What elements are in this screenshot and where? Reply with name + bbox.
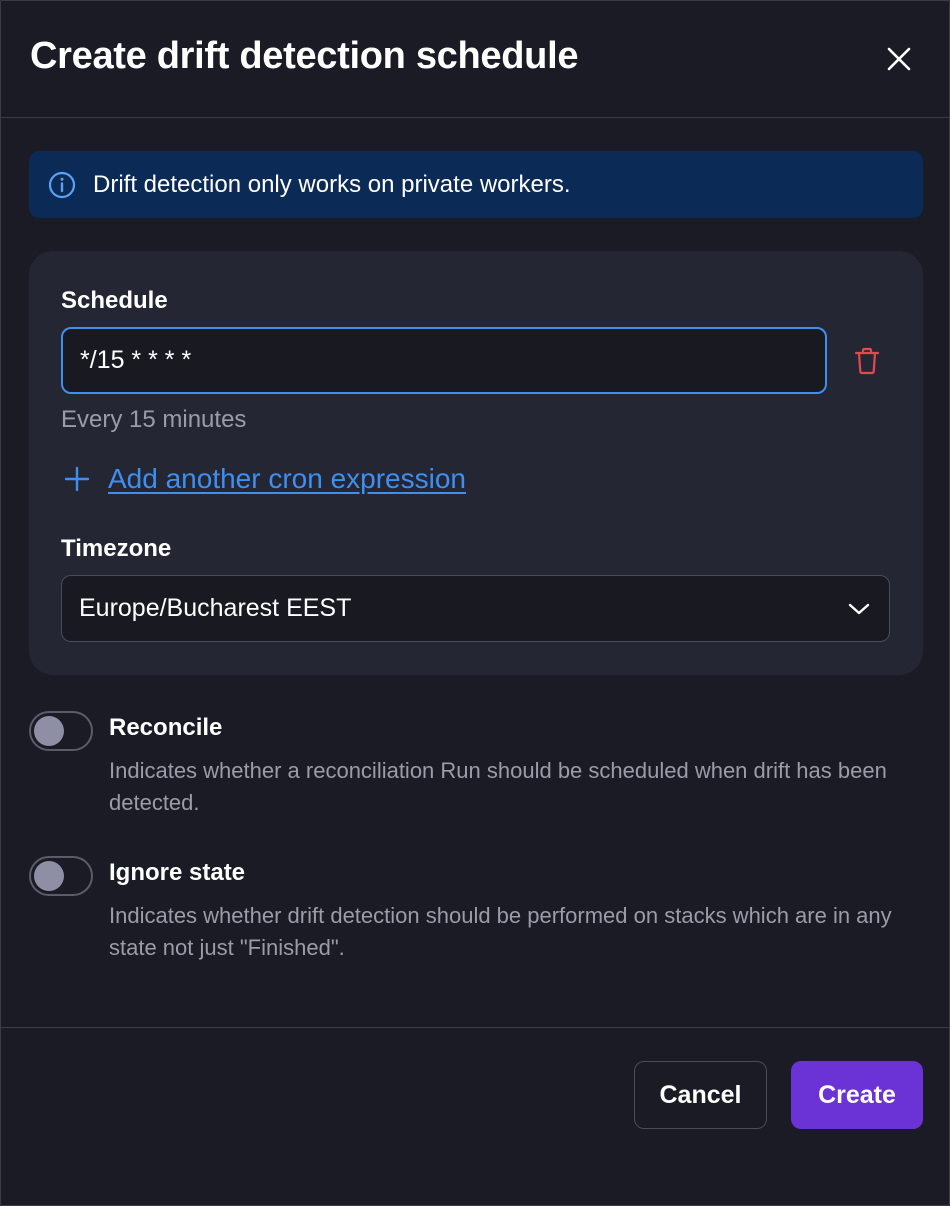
reconcile-toggle[interactable] [29,711,93,751]
cancel-button[interactable]: Cancel [634,1061,767,1129]
dialog-title: Create drift detection schedule [30,35,579,77]
chevron-down-icon [846,596,872,622]
ignore-state-description: Indicates whether drift detection should… [109,903,892,960]
add-cron-label: Add another cron expression [108,463,466,494]
reconcile-title: Reconcile [109,714,223,741]
delete-cron-button[interactable] [847,341,887,381]
close-button[interactable] [879,39,919,79]
timezone-select[interactable]: Europe/Bucharest EEST [61,575,890,642]
timezone-label: Timezone [61,535,172,562]
footer-divider [1,1027,950,1028]
create-drift-schedule-dialog: Create drift detection schedule Drift de… [0,0,950,1206]
schedule-label: Schedule [61,287,168,314]
add-cron-expression-link[interactable]: Add another cron expression [61,463,466,495]
cron-description: Every 15 minutes [61,406,247,433]
toggle-knob [34,861,64,891]
schedule-card: Schedule Every 15 minutes Add another cr… [29,251,923,675]
cron-expression-input[interactable] [61,327,827,394]
close-icon [887,47,911,71]
create-button[interactable]: Create [791,1061,923,1129]
reconcile-description: Indicates whether a reconciliation Run s… [109,758,887,815]
ignore-state-toggle[interactable] [29,856,93,896]
info-banner-text: Drift detection only works on private wo… [93,170,571,198]
plus-icon [61,463,93,495]
ignore-state-title: Ignore state [109,859,246,886]
dialog-header: Create drift detection schedule [1,1,949,118]
trash-icon [854,347,880,375]
timezone-value: Europe/Bucharest EEST [79,594,352,622]
toggle-knob [34,716,64,746]
info-banner: Drift detection only works on private wo… [29,151,923,218]
info-icon [48,171,76,199]
